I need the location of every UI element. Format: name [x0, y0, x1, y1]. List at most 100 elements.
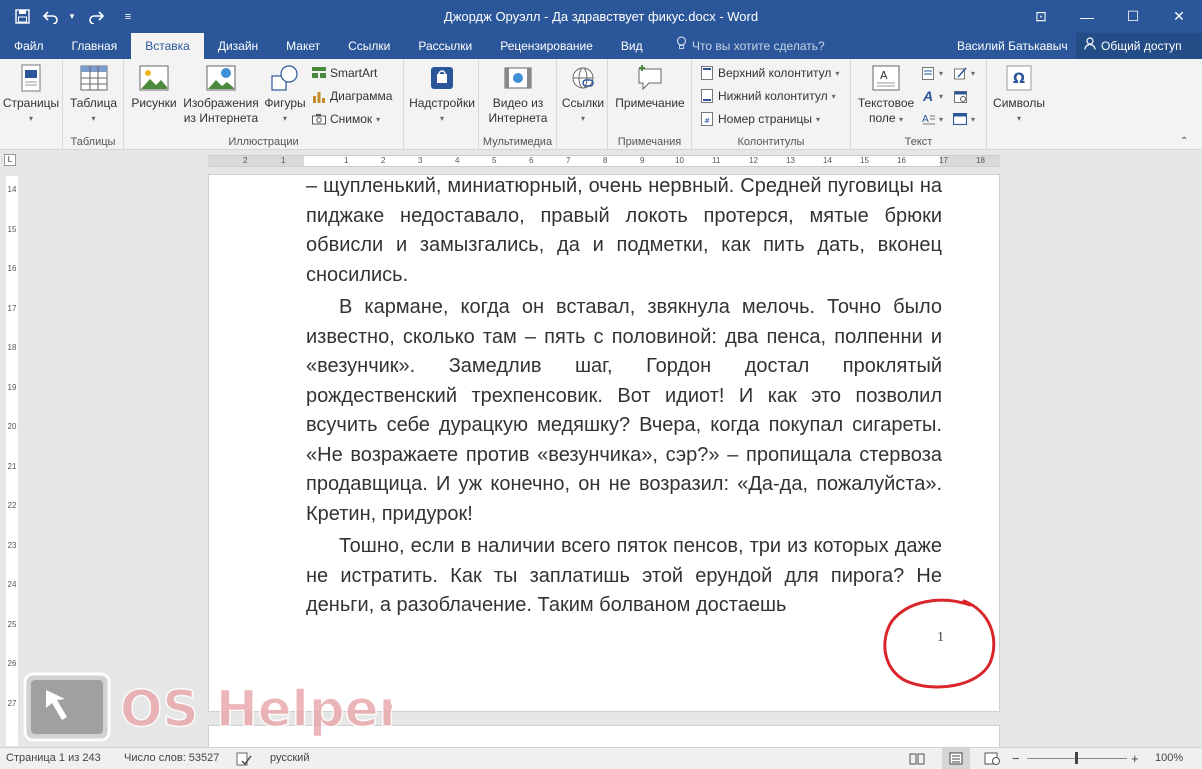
links-label: Ссылки	[561, 96, 605, 110]
web-layout-icon[interactable]	[984, 748, 1000, 769]
online-picture-icon	[205, 63, 237, 93]
svg-text:OS Helper: OS Helper	[120, 680, 392, 738]
tab-selector-icon[interactable]: L	[4, 154, 16, 166]
ribbon-insert: Страницы ▾ Таблица ▾ Таблицы Рисунки Изо…	[0, 59, 1202, 150]
links-dropdown-icon: ▾	[580, 114, 585, 123]
wordart-dropdown-icon: ▾	[939, 91, 944, 101]
tab-review[interactable]: Рецензирование	[486, 33, 607, 59]
window-controls: ⊡ — ☐ ✕	[1018, 0, 1202, 33]
hruler-number: 14	[823, 156, 832, 165]
group-label-tables: Таблицы	[70, 136, 116, 148]
tab-references[interactable]: Ссылки	[334, 33, 404, 59]
addins-label: Надстройки	[409, 96, 475, 110]
paragraph[interactable]: Тошно, если в наличии всего пяток пенсов…	[306, 532, 942, 621]
addins-button[interactable]: Надстройки ▾	[407, 63, 477, 126]
pages-dropdown-icon: ▾	[28, 114, 33, 123]
screenshot-button[interactable]: Снимок ▾	[312, 109, 380, 129]
header-button[interactable]: Верхний колонтитул ▾	[700, 63, 839, 83]
pages-button[interactable]: Страницы ▾	[2, 63, 60, 126]
link-icon	[567, 63, 599, 93]
tab-file[interactable]: Файл	[0, 33, 58, 59]
proofing-icon[interactable]	[236, 748, 252, 769]
wordart-icon: A	[922, 88, 934, 104]
document-page[interactable]: – щупленький, миниатюрный, очень нервный…	[208, 174, 1000, 712]
language-status[interactable]: русский	[270, 748, 309, 769]
group-label-media: Мультимедиа	[482, 136, 553, 148]
pictures-label: Рисунки	[131, 96, 177, 110]
drop-cap-button[interactable]: A ▾	[921, 109, 944, 129]
smartart-button[interactable]: SmartArt	[312, 63, 377, 83]
shapes-button[interactable]: Фигуры ▾	[261, 63, 309, 126]
maximize-icon[interactable]: ☐	[1110, 0, 1156, 33]
undo-icon[interactable]	[40, 4, 62, 30]
tab-mailings[interactable]: Рассылки	[404, 33, 486, 59]
online-pictures-button[interactable]: Изображения из Интернета	[180, 63, 262, 126]
tab-view[interactable]: Вид	[607, 33, 657, 59]
pages-icon	[15, 63, 47, 93]
table-button[interactable]: Таблица ▾	[65, 63, 122, 126]
pictures-button[interactable]: Рисунки	[128, 63, 180, 111]
zoom-level[interactable]: 100%	[1155, 748, 1183, 769]
comment-button[interactable]: Примечание	[610, 63, 690, 111]
vruler-number: 15	[7, 225, 17, 234]
paragraph[interactable]: В кармане, когда он вставал, звякнула ме…	[306, 293, 942, 529]
user-name[interactable]: Василий Батькавыч	[957, 33, 1068, 59]
document-body[interactable]: – щупленький, миниатюрный, очень нервный…	[306, 172, 942, 624]
minimize-icon[interactable]: —	[1064, 0, 1110, 33]
hruler-number: 2	[381, 156, 386, 165]
page-number-button[interactable]: # Номер страницы ▾	[700, 109, 820, 129]
tell-me-search[interactable]: Что вы хотите сделать?	[676, 33, 825, 59]
word-count-status[interactable]: Число слов: 53527	[124, 748, 219, 769]
signature-line-button[interactable]: ▾	[953, 63, 975, 83]
links-button[interactable]: Ссылки ▾	[559, 63, 607, 126]
chart-icon	[312, 89, 326, 103]
print-layout-icon[interactable]	[942, 748, 970, 769]
hruler-number: 4	[455, 156, 460, 165]
share-button[interactable]: Общий доступ	[1076, 33, 1202, 59]
group-header-footer: Верхний колонтитул ▾ Нижний колонтитул ▾…	[692, 59, 851, 150]
vruler-number: 14	[7, 185, 17, 194]
tab-insert[interactable]: Вставка	[131, 33, 204, 59]
quick-parts-button[interactable]: ▾	[921, 63, 943, 83]
undo-dropdown-icon[interactable]: ▾	[66, 11, 78, 22]
tab-home[interactable]: Главная	[58, 33, 132, 59]
textbox-button[interactable]: A Текстовое поле ▾	[854, 63, 918, 127]
zoom-in-button[interactable]: +	[1131, 748, 1139, 769]
collapse-ribbon-icon[interactable]: ⌃	[1180, 131, 1188, 151]
tab-layout[interactable]: Макет	[272, 33, 334, 59]
table-label: Таблица	[69, 96, 118, 110]
date-time-button[interactable]	[953, 86, 967, 106]
object-button[interactable]: ▾	[953, 109, 975, 129]
wordart-button[interactable]: A ▾	[921, 86, 943, 106]
header-dropdown-icon: ▾	[835, 68, 840, 78]
horizontal-ruler[interactable]: 2 1 1 2 3 4 5 6 7 8 9 10 11 12 13 14 15 …	[208, 155, 1000, 167]
footer-button[interactable]: Нижний колонтитул ▾	[700, 86, 836, 106]
zoom-slider-thumb[interactable]	[1075, 752, 1078, 764]
tab-design[interactable]: Дизайн	[204, 33, 272, 59]
group-links: Ссылки ▾	[557, 59, 608, 150]
online-video-button[interactable]: Видео из Интернета	[482, 63, 554, 126]
page-count-status[interactable]: Страница 1 из 243	[6, 748, 101, 769]
symbols-button[interactable]: Ω Символы ▾	[989, 63, 1049, 126]
redo-icon[interactable]	[82, 4, 110, 30]
group-comments: Примечание Примечания	[608, 59, 692, 150]
picture-icon	[138, 63, 170, 93]
table-icon	[78, 63, 110, 93]
save-icon[interactable]	[8, 4, 36, 30]
vruler-number: 27	[7, 699, 17, 708]
status-bar: Страница 1 из 243 Число слов: 53527 русс…	[0, 747, 1202, 769]
vruler-number: 25	[7, 620, 17, 629]
ribbon-display-options-icon[interactable]: ⊡	[1018, 0, 1064, 33]
group-tables: Таблица ▾ Таблицы	[63, 59, 124, 150]
group-addins: Надстройки ▾	[404, 59, 479, 150]
hruler-number: 3	[418, 156, 423, 165]
customize-qat-icon[interactable]: ≡	[114, 4, 142, 30]
group-pages: Страницы ▾	[0, 59, 63, 150]
read-mode-icon[interactable]	[909, 748, 925, 769]
chart-button[interactable]: Диаграмма	[312, 86, 392, 106]
paragraph[interactable]: – щупленький, миниатюрный, очень нервный…	[306, 172, 942, 290]
table-dropdown-icon: ▾	[91, 114, 96, 123]
zoom-out-button[interactable]: −	[1012, 748, 1020, 769]
footer-label: Нижний колонтитул	[718, 89, 828, 103]
close-icon[interactable]: ✕	[1156, 0, 1202, 33]
